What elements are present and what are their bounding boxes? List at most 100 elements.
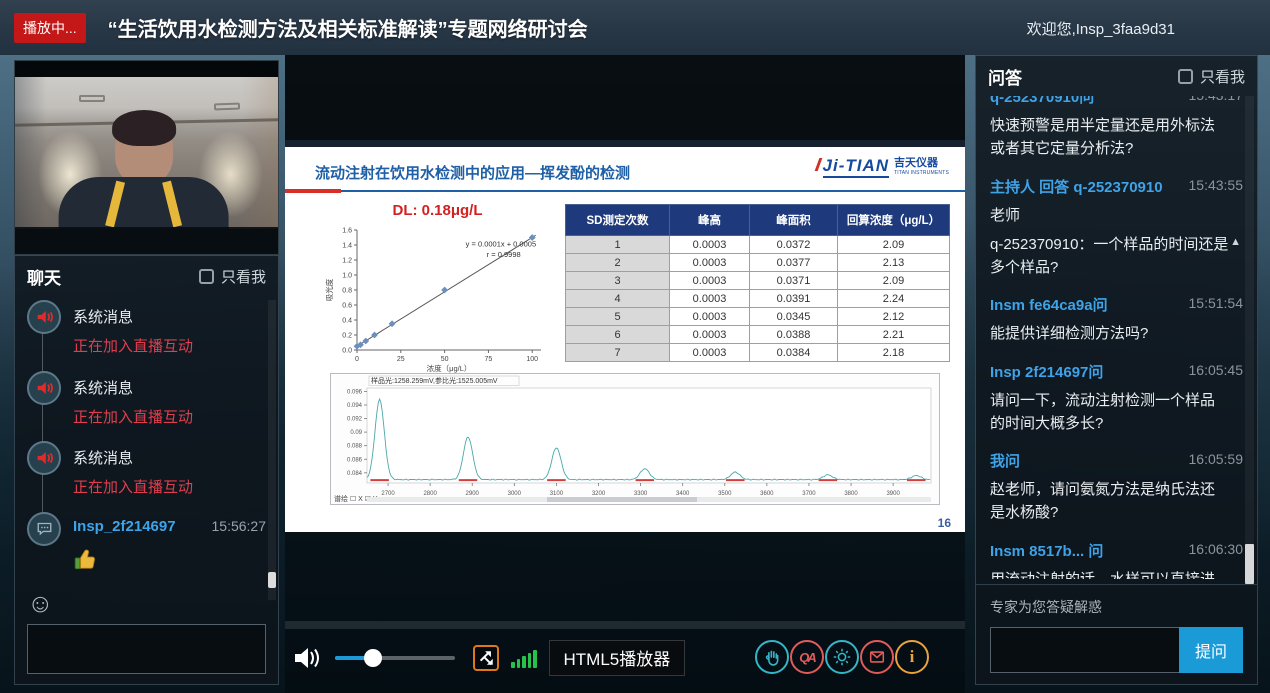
chat-header: 聊天 只看我 [15, 256, 278, 296]
ask-button[interactable]: 提问 [1179, 627, 1243, 673]
presenter-head [115, 117, 173, 185]
svg-text:3300: 3300 [634, 491, 648, 497]
chat-scrollbar-thumb[interactable] [268, 572, 276, 588]
svg-text:样品光:1258.259mV,参比光:1525.005mV: 样品光:1258.259mV,参比光:1525.005mV [371, 376, 498, 385]
table-header-cell: 回算浓度（μg/L） [838, 205, 950, 236]
svg-text:1.0: 1.0 [342, 273, 352, 280]
slide-page-number: 16 [938, 516, 951, 530]
svg-text:0.088: 0.088 [347, 444, 363, 450]
qa-item: 我问16:05:59赵老师，请问氨氮方法是纳氏法还是水杨酸? [990, 450, 1243, 525]
chat-timestamp: 15:56:27 [212, 518, 267, 534]
logo-chinese-name: 吉天仪器 [894, 158, 949, 169]
table-cell: 2.24 [838, 290, 950, 308]
qa-message-text: 老师 [990, 204, 1243, 227]
table-row: 50.00030.03452.12 [566, 308, 950, 326]
qa-timestamp: 16:05:45 [1189, 362, 1244, 378]
slide-divider [285, 190, 965, 192]
question-input[interactable] [990, 627, 1179, 673]
presenter-video[interactable] [14, 60, 279, 255]
table-cell: 1 [566, 236, 670, 254]
qa-scrollbar-thumb[interactable] [1245, 544, 1254, 584]
table-cell: 0.0372 [750, 236, 838, 254]
table-cell: 2.12 [838, 308, 950, 326]
svg-text:0.092: 0.092 [347, 417, 363, 423]
qa-icon[interactable]: QA [790, 640, 824, 674]
chat-only-me-checkbox[interactable] [199, 269, 214, 284]
chat-title: 聊天 [27, 264, 61, 289]
chat-message-text [73, 546, 268, 578]
speaker-icon [27, 441, 61, 475]
svg-text:1.2: 1.2 [342, 258, 352, 265]
presentation-slide: 流动注射在饮用水检测中的应用—挥发酚的检测 Ji-TIAN 吉天仪器 TITAN… [285, 140, 965, 532]
table-cell: 0.0003 [670, 290, 750, 308]
chat-username: 系统消息 [73, 309, 133, 326]
qa-panel: 问答 只看我 q-252370910问15:43:17快速预警是用半定量还是用外… [975, 55, 1258, 685]
svg-text:0.0: 0.0 [342, 348, 352, 355]
chat-message-text: 正在加入直播互动 [73, 478, 268, 498]
svg-text:3800: 3800 [844, 491, 858, 497]
svg-text:3000: 3000 [508, 491, 522, 497]
brightness-icon[interactable] [825, 640, 859, 674]
table-cell: 0.0345 [750, 308, 838, 326]
table-cell: 0.0388 [750, 326, 838, 344]
qa-timestamp: 15:43:17 [1189, 96, 1244, 103]
mail-icon[interactable] [860, 640, 894, 674]
calibration-curve-chart: 0.00.20.40.60.81.01.21.41.60255075100y =… [323, 222, 551, 380]
chat-message-list[interactable]: 系统消息正在加入直播互动系统消息正在加入直播互动系统消息正在加入直播互动Insp… [15, 300, 268, 600]
qa-footer: 专家为您答疑解惑 提问 [976, 584, 1257, 684]
presenter-hair [112, 110, 176, 146]
seek-bar[interactable] [285, 621, 965, 629]
svg-text:0.6: 0.6 [342, 303, 352, 310]
table-row: 60.00030.03882.21 [566, 326, 950, 344]
video-letterbox [15, 227, 278, 254]
svg-text:0.8: 0.8 [342, 288, 352, 295]
info-icon[interactable]: i [895, 640, 929, 674]
collapse-arrow-icon[interactable]: ▲ [1230, 236, 1241, 248]
speaker-volume-icon[interactable] [293, 646, 323, 670]
playing-status-badge: 播放中... [14, 13, 86, 43]
svg-text:50: 50 [441, 356, 449, 363]
table-cell: 3 [566, 272, 670, 290]
qa-only-me-checkbox[interactable] [1178, 69, 1193, 84]
chromatogram-chart: 样品光:1258.259mV,参比光:1525.005mV0.0840.0860… [331, 374, 939, 504]
svg-text:0.2: 0.2 [342, 333, 352, 340]
detection-limit-label: DL: 0.18μg/L [325, 202, 550, 219]
chromatogram-panel: 样品光:1258.259mV,参比光:1525.005mV0.0840.0860… [330, 373, 940, 505]
chat-scrollbar[interactable] [268, 300, 276, 600]
qa-message-text: 快速预警是用半定量还是用外标法或者其它定量分析法? [990, 114, 1243, 161]
chat-panel: 聊天 只看我 系统消息正在加入直播互动系统消息正在加入直播互动系统消息正在加入直… [14, 255, 279, 685]
qa-item: Insm fe64ca9a问15:51:54能提供详细检测方法吗? [990, 294, 1243, 345]
qa-timestamp: 15:51:54 [1189, 295, 1244, 311]
raise-hand-icon[interactable] [755, 640, 789, 674]
table-cell: 0.0377 [750, 254, 838, 272]
table-row: 40.00030.03912.24 [566, 290, 950, 308]
chat-input[interactable] [27, 624, 266, 674]
qa-scrollbar[interactable] [1245, 96, 1254, 579]
svg-text:0.4: 0.4 [342, 318, 352, 325]
qa-message-text: 请问一下，流动注射检测一个样品的时间大概多长? [990, 389, 1243, 436]
qa-only-me-label: 只看我 [1200, 66, 1245, 87]
table-cell: 0.0391 [750, 290, 838, 308]
presenter-body [58, 177, 228, 229]
table-cell: 2.09 [838, 236, 950, 254]
swap-arrows-icon[interactable] [473, 645, 499, 671]
qa-message-list[interactable]: q-252370910问15:43:17快速预警是用半定量还是用外标法或者其它定… [976, 96, 1243, 579]
player-type-label[interactable]: HTML5播放器 [549, 640, 686, 676]
volume-slider-thumb[interactable] [364, 649, 382, 667]
qa-username: 我问 [990, 453, 1020, 470]
svg-text:100: 100 [526, 356, 538, 363]
chat-username: 系统消息 [73, 450, 133, 467]
smiley-icon[interactable]: ☺ [27, 590, 55, 618]
volume-slider[interactable] [335, 656, 455, 660]
table-cell: 2 [566, 254, 670, 272]
signal-bars-icon [511, 648, 537, 668]
top-bar: 播放中... “生活饮用水检测方法及相关标准解读”专题网络研讨会 欢迎您,Ins… [0, 0, 1270, 55]
svg-text:0: 0 [355, 356, 359, 363]
svg-text:3100: 3100 [550, 491, 564, 497]
slide-top-strip [285, 140, 965, 147]
qa-title: 问答 [988, 64, 1022, 89]
table-cell: 0.0003 [670, 308, 750, 326]
table-header-cell: SD测定次数 [566, 205, 670, 236]
svg-text:0.084: 0.084 [347, 471, 363, 477]
svg-text:2700: 2700 [381, 491, 395, 497]
